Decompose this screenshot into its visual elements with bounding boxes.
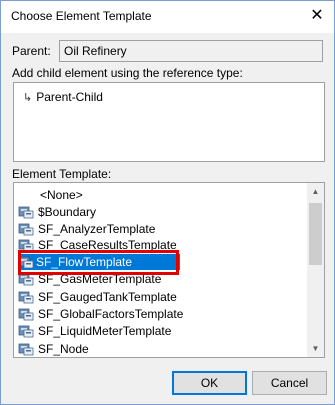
reference-arrow-icon: ↳ [23,92,33,104]
template-item[interactable]: $Boundary [16,204,304,220]
element-template-icon [18,205,34,219]
cancel-button[interactable]: Cancel [252,371,327,395]
element-template-icon [18,290,34,304]
template-item[interactable]: SF_LiquidMeterTemplate [16,323,304,339]
template-item[interactable]: SF_GaugedTankTemplate [16,289,304,305]
element-template-icon [18,324,34,338]
reference-type-item-parent-child[interactable]: ↳ Parent-Child [23,90,103,104]
template-item-label: SF_GlobalFactorsTemplate [38,307,184,321]
scroll-up-icon[interactable]: ▲ [307,183,324,200]
template-item-label: SF_GaugedTankTemplate [38,290,177,304]
title-bar: Choose Element Template ✕ [1,1,334,33]
vertical-scrollbar[interactable]: ▲ ▼ [307,183,324,357]
reference-type-item-label: Parent-Child [36,90,103,104]
dialog-title: Choose Element Template [11,9,152,23]
template-item-label: SF_LiquidMeterTemplate [38,324,172,338]
template-item[interactable]: SF_Node [16,341,304,357]
parent-field: Oil Refinery [59,40,323,62]
element-template-icon [18,307,34,321]
template-item-label: <None> [40,188,83,202]
template-item[interactable]: SF_AnalyzerTemplate [16,221,304,237]
parent-value: Oil Refinery [64,44,127,58]
template-item[interactable]: SF_GlobalFactorsTemplate [16,306,304,322]
choose-element-template-dialog: Choose Element Template ✕ Parent: Oil Re… [0,0,335,405]
scroll-down-icon[interactable]: ▼ [307,340,324,357]
template-item-none[interactable]: <None> [16,187,304,203]
scrollbar-thumb[interactable] [309,203,322,265]
template-item-label: $Boundary [38,205,97,219]
parent-label: Parent: [12,44,51,58]
selection-highlight-box [18,250,179,275]
template-item-label: SF_Node [38,342,89,356]
template-item-label: SF_NodeTemplate [38,357,137,358]
reference-type-label: Add child element using the reference ty… [12,66,243,80]
element-template-icon [18,342,34,356]
template-item[interactable]: SF_NodeTemplate [16,357,304,358]
reference-type-list[interactable]: ↳ Parent-Child [13,82,325,162]
ok-button[interactable]: OK [172,371,247,395]
template-item-label: SF_AnalyzerTemplate [38,222,156,236]
element-template-label: Element Template: [12,167,112,181]
close-button[interactable]: ✕ [302,2,332,30]
element-template-icon [18,222,34,236]
